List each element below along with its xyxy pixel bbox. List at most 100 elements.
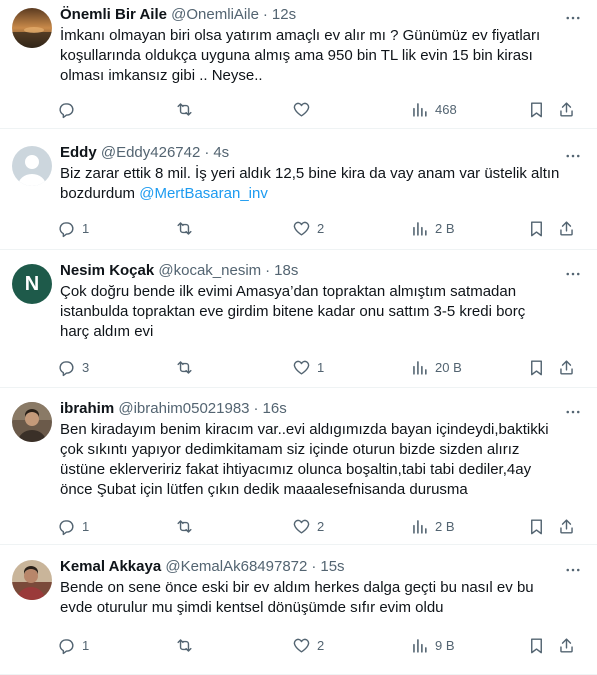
share-button[interactable] [557,95,576,123]
action-bar: 3 1 20 B [52,353,589,381]
tweet[interactable]: Kemal Akkaya @KemalAk68497872 · 15s Bende … [0,552,597,675]
tweet-text-line: önce Şubat için lütfen çıkın dedik maaal… [60,481,468,498]
more-horizontal-icon [566,16,580,20]
tweet[interactable]: Eddy @Eddy426742 · 4s Biz zarar ettik 8 mi… [0,138,597,250]
timestamp[interactable]: 18s [274,262,298,279]
display-name[interactable]: ibrahim [60,400,114,417]
reply-count: 1 [82,637,90,653]
retweet-icon [177,360,192,374]
more-options-button[interactable] [563,146,583,166]
retweet-button[interactable] [175,95,200,123]
retweet-button[interactable] [175,353,200,381]
tweet-text-line: üstüne eklerveririz fakat ihtiyacımız ol… [60,461,532,478]
avatar[interactable] [12,146,52,186]
bookmark-button[interactable] [527,631,546,659]
share-icon [560,101,573,117]
tweet-text-line: koşullarında oldukça uyguna almış ama 95… [60,47,533,64]
display-name[interactable]: Kemal Akkaya [60,558,161,575]
bookmark-button[interactable] [527,214,546,242]
bookmark-button[interactable] [527,95,546,123]
views-button[interactable]: 2 B [410,214,455,242]
like-button[interactable]: 2 [292,631,324,659]
tweet[interactable]: ibrahim @ibrahim05021983 · 16s Ben kiraday… [0,394,597,545]
timestamp[interactable]: 15s [320,558,344,575]
tweet-text-line: istanbulda topraktan eve girdim bitene k… [60,303,526,320]
retweet-button[interactable] [175,631,200,659]
bookmark-icon [531,637,542,653]
separator-dot: · [253,400,259,417]
like-button[interactable]: 2 [292,214,324,242]
tweet-text: İmkanı olmayan biri olsa yatırım amaçlı … [60,26,580,86]
bookmark-icon [531,359,542,375]
timestamp[interactable]: 4s [213,144,229,161]
retweet-icon [177,519,192,533]
separator-dot: · [311,558,317,575]
like-button[interactable]: 1 [292,353,324,381]
retweet-button[interactable] [175,512,200,540]
views-button[interactable]: 20 B [410,353,462,381]
user-handle[interactable]: @KemalAk68497872 [165,558,307,575]
like-button[interactable]: 2 [292,512,324,540]
reply-count: 3 [82,359,90,375]
mention-link[interactable]: @MertBasaran_inv [139,185,268,202]
retweet-icon [177,221,192,235]
reply-icon [59,638,74,654]
reply-button[interactable]: 1 [57,512,89,540]
views-button[interactable]: 468 [410,95,457,123]
tweet-text-line: Bende on sene önce eski bir ev aldım her… [60,579,534,596]
separator-dot: · [262,6,268,23]
reply-icon [59,102,74,118]
bookmark-button[interactable] [527,512,546,540]
user-handle[interactable]: @OnemliAile [171,6,259,23]
view-count: 2 B [435,220,455,236]
timestamp[interactable]: 12s [272,6,296,23]
user-handle[interactable]: @ibrahim05021983 [118,400,249,417]
more-options-button[interactable] [563,8,583,28]
heart-icon [293,221,310,236]
share-button[interactable] [557,214,576,242]
avatar[interactable]: N [12,264,52,304]
share-button[interactable] [557,631,576,659]
bookmark-button[interactable] [527,353,546,381]
tweet-header: Kemal Akkaya @KemalAk68497872 · 15s [60,557,557,577]
user-handle[interactable]: @Eddy426742 [101,144,200,161]
reply-count: 1 [82,518,90,534]
tweet-text-line: İmkanı olmayan biri olsa yatırım amaçlı … [60,27,541,44]
action-bar: 1 2 2 B [52,512,589,540]
timestamp[interactable]: 16s [263,400,287,417]
heart-icon [293,519,310,534]
like-count: 2 [317,518,325,534]
tweet[interactable]: N Nesim Koçak @kocak_nesim · 18s Çok doğru… [0,256,597,388]
user-handle[interactable]: @kocak_nesim [158,262,261,279]
avatar[interactable] [12,402,52,442]
more-horizontal-icon [566,154,580,158]
retweet-button[interactable] [175,214,200,242]
avatar[interactable] [12,8,52,48]
share-button[interactable] [557,353,576,381]
share-button[interactable] [557,512,576,540]
like-count: 1 [317,359,325,375]
reply-button[interactable]: 1 [57,214,89,242]
display-name[interactable]: Eddy [60,144,97,161]
tweet-text-line: bozdurdum @MertBasaran_inv [60,184,580,204]
views-button[interactable]: 9 B [410,631,455,659]
reply-button[interactable]: 3 [57,353,89,381]
avatar-sunset-image [12,8,52,48]
more-options-button[interactable] [563,264,583,284]
like-button[interactable] [292,95,317,123]
more-options-button[interactable] [563,560,583,580]
share-icon [560,637,573,653]
tweet-text-line: Ben kiradayım benim kiracım var..evi ald… [60,421,549,438]
views-chart-icon [413,638,427,653]
views-button[interactable]: 2 B [410,512,455,540]
heart-icon [293,360,310,375]
tweet-text: Ben kiradayım benim kiracım var..evi ald… [60,420,580,500]
reply-button[interactable]: 1 [57,631,89,659]
views-chart-icon [413,360,427,375]
display-name[interactable]: Önemli Bir Aile [60,6,167,23]
more-options-button[interactable] [563,402,583,422]
avatar[interactable] [12,560,52,600]
reply-button[interactable] [57,95,82,123]
display-name[interactable]: Nesim Koçak [60,262,154,279]
tweet[interactable]: Önemli Bir Aile @OnemliAile · 12s İmkanı o… [0,0,597,129]
